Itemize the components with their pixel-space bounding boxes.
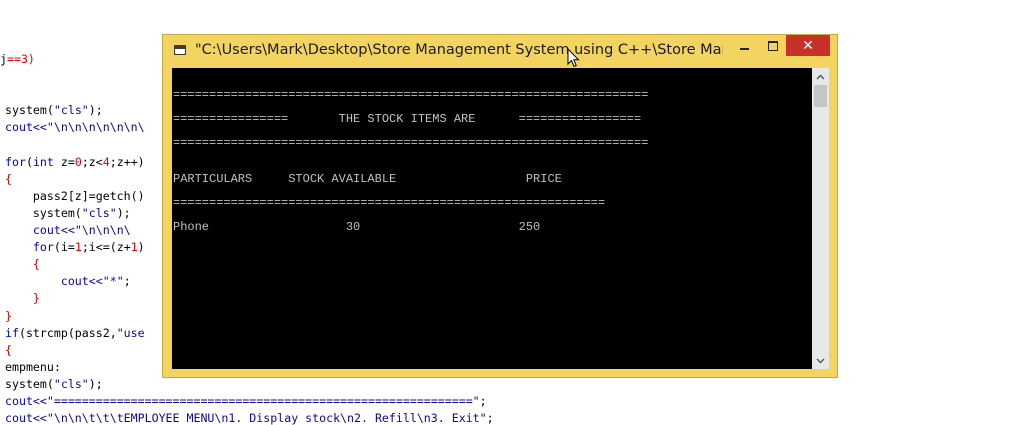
code-token: ; bbox=[486, 411, 494, 425]
code-token: pass2[z]=getch() bbox=[5, 188, 145, 203]
code-token: { bbox=[5, 171, 12, 186]
code-token: ( bbox=[25, 154, 33, 169]
code-token: "cls" bbox=[81, 205, 117, 220]
code-line: cout<<"*"; bbox=[5, 274, 131, 288]
code-token: system( bbox=[5, 376, 54, 391]
console-line: ================ THE STOCK ITEMS ARE ===… bbox=[173, 112, 642, 126]
code-token: (i= bbox=[53, 240, 75, 255]
scroll-down-button[interactable] bbox=[812, 352, 829, 369]
code-token: for bbox=[5, 240, 54, 255]
code-token: } bbox=[5, 308, 12, 323]
code-token: ; bbox=[479, 394, 487, 408]
code-line: j==3) bbox=[0, 52, 35, 66]
console-line: Phone 30 250 bbox=[173, 220, 541, 234]
code-token: cout<< bbox=[5, 223, 75, 237]
title-bar[interactable]: "C:\Users\Mark\Desktop\Store Management … bbox=[163, 35, 837, 68]
code-token: ) bbox=[137, 240, 145, 255]
code-line: { bbox=[5, 343, 12, 357]
code-token: ;z++) bbox=[109, 154, 145, 169]
minimize-button[interactable] bbox=[729, 35, 759, 56]
code-token: ); bbox=[116, 205, 131, 220]
code-token: ; bbox=[123, 274, 131, 289]
code-token: cout<< bbox=[5, 274, 103, 289]
maximize-icon bbox=[768, 40, 778, 51]
mouse-cursor-icon bbox=[567, 48, 580, 68]
code-token: ;z< bbox=[81, 154, 103, 169]
code-token: z= bbox=[53, 154, 75, 169]
code-token: ); bbox=[88, 103, 103, 118]
code-token: 1 bbox=[74, 240, 82, 255]
chevron-down-icon bbox=[816, 358, 825, 363]
code-token: "use bbox=[116, 325, 145, 340]
code-token: "\n\n\n\ bbox=[74, 223, 131, 237]
chevron-up-icon bbox=[816, 74, 825, 79]
code-line: pass2[z]=getch() bbox=[5, 189, 145, 203]
scroll-thumb[interactable] bbox=[814, 85, 827, 107]
scroll-up-button[interactable] bbox=[812, 68, 829, 85]
code-token: ==3) bbox=[6, 52, 35, 66]
code-token: "cls" bbox=[53, 376, 89, 391]
minimize-icon bbox=[739, 47, 749, 50]
code-token: } bbox=[5, 291, 40, 306]
code-line: { bbox=[5, 257, 40, 271]
code-line: cout<<"\n\n\n\n\n\n\ bbox=[5, 120, 145, 134]
code-token: "\n\n\n\n\n\n\ bbox=[46, 120, 145, 135]
code-token: 0 bbox=[74, 154, 82, 169]
code-token: j bbox=[0, 52, 7, 66]
code-line: system("cls"); bbox=[5, 206, 131, 220]
code-token: 1 bbox=[130, 240, 138, 255]
code-token: empmenu: bbox=[5, 359, 61, 374]
code-token: ;i<=(z+ bbox=[81, 240, 131, 255]
code-line: for(int z=0;z<4;z++) bbox=[5, 155, 145, 169]
code-token: cout<< bbox=[5, 394, 47, 408]
code-token: system( bbox=[5, 205, 82, 220]
console-window[interactable]: "C:\Users\Mark\Desktop\Store Management … bbox=[162, 34, 838, 378]
console-line: ========================================… bbox=[173, 136, 649, 150]
code-line: } bbox=[5, 291, 40, 305]
code-line: cout<<"\n\n\t\t\tEMPLOYEE MENU\n1. Displ… bbox=[5, 411, 494, 425]
console-app-icon[interactable] bbox=[174, 45, 186, 55]
code-token: for bbox=[5, 154, 26, 169]
code-line: system("cls"); bbox=[5, 103, 103, 117]
console-line: ========================================… bbox=[173, 88, 649, 102]
code-token: { bbox=[5, 342, 12, 357]
code-line: system("cls"); bbox=[5, 377, 103, 391]
code-line: cout<<"\n\n\n\ bbox=[5, 223, 131, 237]
code-line: for(i=1;i<=(z+1) bbox=[5, 240, 145, 254]
code-token: { bbox=[5, 257, 40, 272]
code-token: 4 bbox=[102, 154, 110, 169]
close-icon: ✕ bbox=[802, 37, 814, 54]
code-line: empmenu: bbox=[5, 360, 61, 374]
maximize-button[interactable] bbox=[759, 35, 787, 56]
code-token: system( bbox=[5, 103, 54, 118]
vertical-scrollbar[interactable] bbox=[812, 68, 829, 369]
window-title: "C:\Users\Mark\Desktop\Store Management … bbox=[195, 42, 723, 58]
console-line: PARTICULARS STOCK AVAILABLE PRICE bbox=[173, 172, 562, 186]
close-button[interactable]: ✕ bbox=[786, 35, 830, 56]
code-token: "*" bbox=[102, 274, 124, 289]
console-line: ========================================… bbox=[173, 196, 606, 210]
code-token: "=======================================… bbox=[46, 394, 480, 408]
code-line: cout<<"=================================… bbox=[5, 394, 487, 408]
code-token: (strcmp(pass2, bbox=[18, 325, 117, 340]
code-line: if(strcmp(pass2,"use bbox=[5, 326, 145, 340]
code-line: { bbox=[5, 172, 12, 186]
code-token: cout<< bbox=[5, 411, 47, 425]
code-token: "cls" bbox=[53, 103, 89, 118]
console-output[interactable]: ========================================… bbox=[172, 68, 812, 369]
code-token: "\n\n\t\t\tEMPLOYEE MENU\n1. Display sto… bbox=[46, 411, 487, 425]
code-token: cout<< bbox=[5, 120, 47, 135]
code-token: int bbox=[32, 154, 54, 169]
code-token: ); bbox=[88, 376, 103, 391]
code-token: if bbox=[5, 325, 19, 340]
code-line: } bbox=[5, 309, 12, 323]
